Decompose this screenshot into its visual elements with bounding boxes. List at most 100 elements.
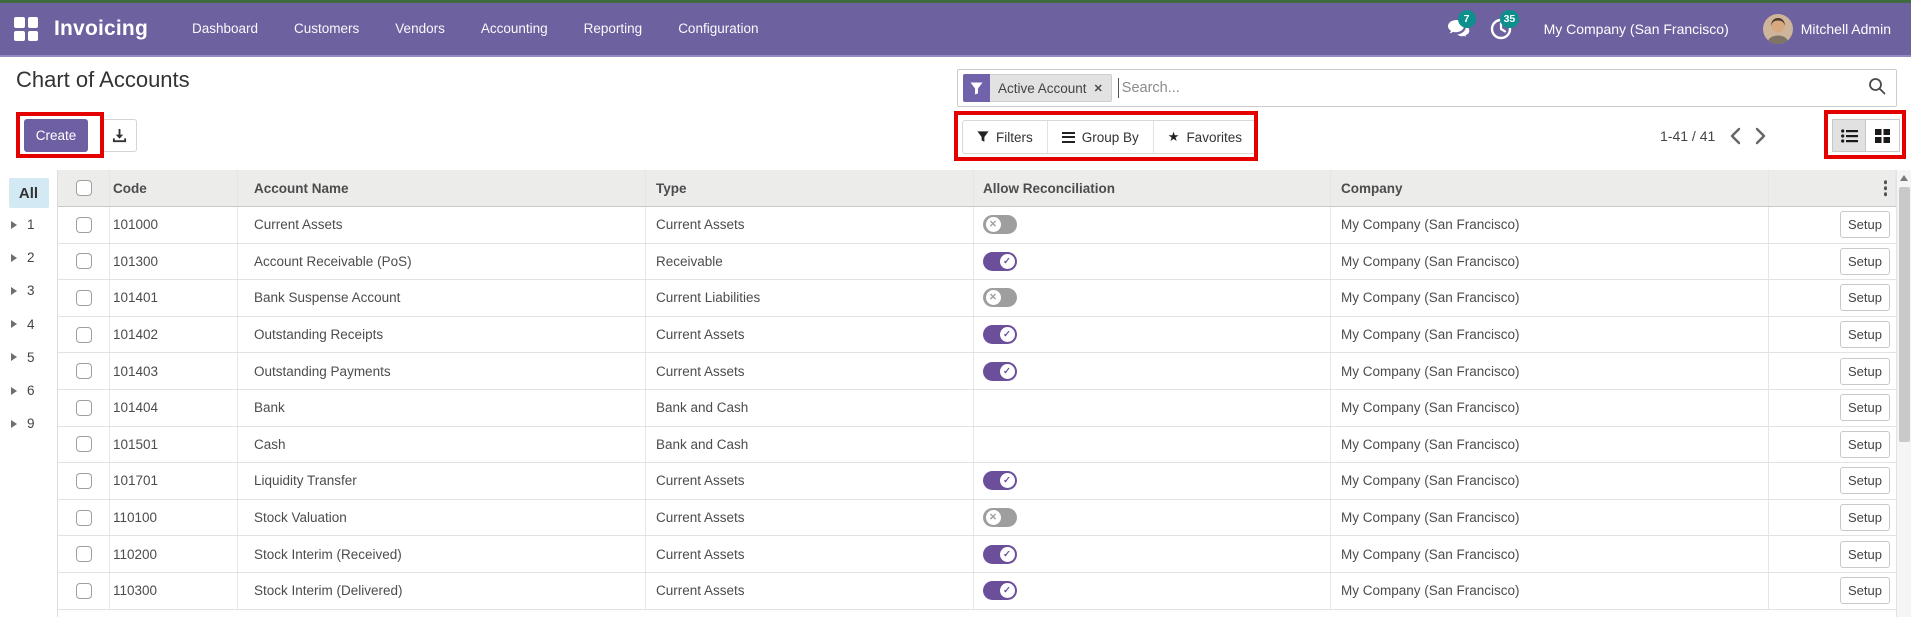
table-body: 101000 Current Assets Current Assets My … [58,207,1896,610]
menu-customers[interactable]: Customers [276,2,377,56]
cell-company: My Company (San Francisco) [1331,572,1769,609]
column-header-company[interactable]: Company [1331,170,1769,206]
sidebar-group-5[interactable]: 5 [0,341,57,374]
row-checkbox[interactable] [75,546,92,563]
export-button[interactable] [101,119,137,152]
table-row[interactable]: 101403 Outstanding Payments Current Asse… [58,353,1896,390]
row-checkbox[interactable] [75,399,92,416]
row-checkbox[interactable] [75,582,92,599]
row-checkbox[interactable] [75,509,92,526]
select-all-checkbox[interactable] [75,180,92,196]
table-row[interactable]: 110100 Stock Valuation Current Assets My… [58,499,1896,537]
menu-vendors[interactable]: Vendors [377,2,463,56]
cell-code: 101300 [110,243,238,280]
sidebar-group-4[interactable]: 4 [0,308,57,341]
messages-button[interactable]: 7 [1442,10,1476,46]
menu-reporting[interactable]: Reporting [566,2,661,56]
table-header: Code Account Name Type Allow Reconciliat… [58,170,1896,207]
reconcile-toggle[interactable] [983,325,1017,345]
setup-button[interactable]: Setup [1840,211,1890,239]
group-by-button[interactable]: Group By [1046,121,1153,153]
create-button[interactable]: Create [24,119,88,152]
table-row[interactable]: 101404 Bank Bank and Cash My Company (Sa… [58,389,1896,427]
cell-company: My Company (San Francisco) [1331,389,1769,426]
setup-button[interactable]: Setup [1840,394,1890,422]
table-row[interactable]: 101701 Liquidity Transfer Current Assets… [58,463,1896,500]
optional-columns-icon[interactable] [1883,180,1887,196]
sidebar-group-3[interactable]: 3 [0,274,57,307]
reconcile-toggle[interactable] [983,581,1017,601]
row-checkbox[interactable] [75,326,92,343]
toggle-knob [999,363,1015,379]
reconcile-toggle[interactable] [983,288,1017,308]
setup-button[interactable]: Setup [1840,247,1890,275]
column-header-name[interactable]: Account Name [238,170,646,206]
sidebar-group-9[interactable]: 9 [0,407,57,440]
sidebar-group-6[interactable]: 6 [0,374,57,407]
row-checkbox[interactable] [75,253,92,270]
reconcile-toggle[interactable] [983,215,1017,235]
cell-account-name: Cash [238,426,646,463]
table-row[interactable]: 101501 Cash Bank and Cash My Company (Sa… [58,426,1896,464]
kanban-view-button[interactable] [1866,119,1900,152]
row-checkbox[interactable] [75,436,92,453]
vertical-scrollbar[interactable] [1896,170,1911,617]
cell-code: 101401 [110,280,238,316]
facet-remove-icon[interactable]: ✕ [1094,82,1103,95]
table-row[interactable]: 101000 Current Assets Current Assets My … [58,207,1896,244]
scroll-thumb[interactable] [1898,187,1910,442]
row-checkbox[interactable] [75,472,92,489]
reconcile-toggle[interactable] [983,471,1017,491]
search-icon[interactable] [1868,77,1886,100]
setup-button[interactable]: Setup [1840,504,1890,532]
row-checkbox[interactable] [75,289,92,306]
table-row[interactable]: 101300 Account Receivable (PoS) Receivab… [58,243,1896,281]
apps-menu-icon[interactable] [14,17,38,41]
setup-button[interactable]: Setup [1840,430,1890,458]
table-row[interactable]: 101402 Outstanding Receipts Current Asse… [58,316,1896,354]
invoicing-app-window: Invoicing Dashboard Customers Vendors Ac… [0,0,1911,617]
app-name[interactable]: Invoicing [54,17,148,41]
table-row[interactable]: 110200 Stock Interim (Received) Current … [58,536,1896,573]
menu-dashboard[interactable]: Dashboard [174,2,276,56]
search-input[interactable]: Search... [1122,80,1868,96]
filter-facet-icon [963,74,990,102]
filters-button[interactable]: Filters [963,121,1047,153]
pager-next-button[interactable] [1755,127,1767,145]
row-checkbox[interactable] [75,216,92,233]
setup-button[interactable]: Setup [1840,467,1890,495]
reconcile-toggle[interactable] [983,251,1017,271]
list-view-button[interactable] [1832,119,1866,152]
reconcile-toggle[interactable] [983,508,1017,528]
search-bar[interactable]: Active Account ✕ Search... [957,69,1897,107]
scroll-up-arrow-icon[interactable] [1897,170,1911,186]
user-menu[interactable]: Mitchell Admin [1762,14,1895,44]
favorites-button[interactable]: ★ Favorites [1152,121,1256,153]
menu-accounting[interactable]: Accounting [463,2,566,56]
sidebar-group-1[interactable]: 1 [0,208,57,241]
cell-company: My Company (San Francisco) [1331,536,1769,572]
setup-button[interactable]: Setup [1840,540,1890,568]
column-header-reconcile[interactable]: Allow Reconciliation [974,170,1331,206]
activities-button[interactable]: 35 [1484,10,1520,46]
table-row[interactable]: 110300 Stock Interim (Delivered) Current… [58,572,1896,610]
table-row[interactable]: 101401 Bank Suspense Account Current Lia… [58,280,1896,317]
row-checkbox[interactable] [75,363,92,380]
main-menu: Dashboard Customers Vendors Accounting R… [174,3,777,55]
company-switcher[interactable]: My Company (San Francisco) [1526,21,1755,37]
column-header-code[interactable]: Code [110,170,238,206]
expand-arrow-icon [11,419,17,428]
pager-previous-button[interactable] [1729,127,1741,145]
menu-configuration[interactable]: Configuration [660,2,776,56]
setup-button[interactable]: Setup [1840,321,1890,349]
sidebar-item-all[interactable]: All [8,178,49,208]
setup-button[interactable]: Setup [1840,357,1890,385]
setup-button[interactable]: Setup [1840,577,1890,605]
cell-company: My Company (San Francisco) [1331,463,1769,499]
reconcile-toggle[interactable] [983,544,1017,564]
setup-button[interactable]: Setup [1840,284,1890,312]
sidebar-group-2[interactable]: 2 [0,241,57,274]
accounts-table: Code Account Name Type Allow Reconciliat… [57,170,1896,617]
reconcile-toggle[interactable] [983,361,1017,381]
column-header-type[interactable]: Type [646,170,974,206]
